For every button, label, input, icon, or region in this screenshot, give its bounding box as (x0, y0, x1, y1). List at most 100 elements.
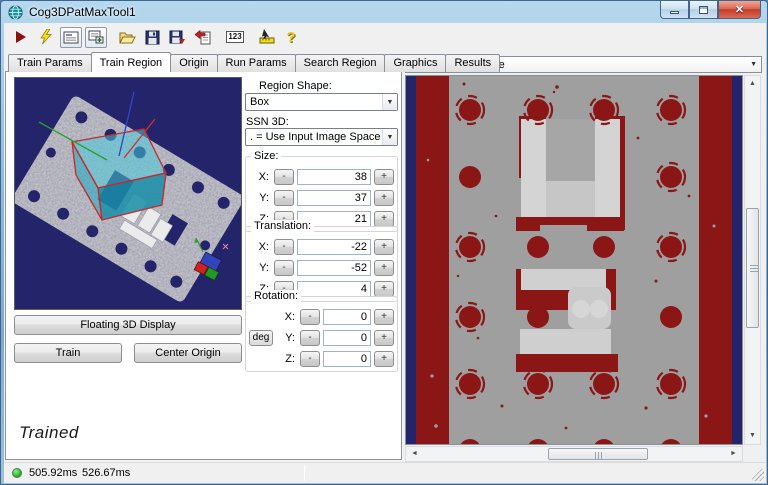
rotation-group: Rotation: X: - 0 + deg Y: - 0 + Z: - 0 + (245, 290, 398, 372)
translation-y-decrement-button[interactable]: - (274, 259, 294, 276)
chevron-down-icon: ▼ (382, 129, 397, 145)
size-x-label: X: (258, 170, 269, 183)
center-origin-button[interactable]: Center Origin (134, 343, 242, 363)
scroll-down-icon[interactable]: ▼ (745, 429, 760, 443)
image-display-pane: Current.InputImage ▼ (403, 54, 766, 462)
total-time-value: 526.67ms (82, 467, 131, 479)
rotation-group-label: Rotation: (251, 290, 302, 302)
rotation-z-row: Z: - 0 + (249, 348, 394, 369)
vertical-scrollbar[interactable]: ▲ ▼ (744, 75, 761, 445)
ssn3d-select[interactable]: . = Use Input Image Space ▼ (245, 128, 398, 146)
tab-train-region[interactable]: Train Region (90, 52, 172, 72)
rotation-z-input[interactable]: 0 (323, 350, 371, 367)
tab-results[interactable]: Results (445, 54, 501, 72)
ruler-pointer-icon[interactable] (255, 27, 277, 48)
numeric-123-icon[interactable]: 123 (224, 27, 246, 48)
translation-y-increment-button[interactable]: + (374, 259, 394, 276)
trained-status-text: Trained (19, 423, 79, 442)
horizontal-scrollbar[interactable]: ◄ ► (405, 446, 743, 462)
translation-group-label: Translation: (251, 220, 315, 232)
size-x-decrement-button[interactable]: - (274, 168, 294, 185)
translation-x-row: X: - -22 + (249, 236, 394, 257)
thumb-grip (598, 452, 599, 460)
size-y-decrement-button[interactable]: - (274, 189, 294, 206)
size-x-increment-button[interactable]: + (374, 168, 394, 185)
close-button[interactable]: ✕ (718, 1, 761, 19)
translation-z-increment-button[interactable]: + (374, 280, 394, 297)
upper-part (516, 116, 625, 231)
rotation-y-input[interactable]: 0 (323, 329, 371, 346)
scroll-up-icon[interactable]: ▲ (745, 77, 760, 91)
scroll-right-icon[interactable]: ► (726, 447, 741, 461)
app-icon (8, 4, 23, 20)
size-group-label: Size: (251, 150, 282, 162)
scroll-left-icon[interactable]: ◄ (407, 447, 422, 461)
tab-run-params[interactable]: Run Params (216, 54, 296, 72)
train-region-page: Floating 3D Display Train Center Origin … (5, 71, 402, 460)
rotation-z-label: Z: (285, 352, 295, 365)
tab-train-params[interactable]: Train Params (8, 54, 92, 72)
rotation-y-row: deg Y: - 0 + (249, 327, 394, 348)
add-display-panel-icon[interactable] (85, 26, 107, 48)
translation-y-input[interactable]: -52 (297, 259, 371, 276)
size-y-increment-button[interactable]: + (374, 189, 394, 206)
minimize-button[interactable] (660, 1, 689, 19)
toolbar: 123 ? (4, 23, 766, 51)
resize-grip[interactable] (752, 469, 764, 481)
ssn3d-label: SSN 3D: (246, 116, 289, 128)
horizontal-scroll-thumb[interactable] (548, 448, 648, 460)
tab-origin[interactable]: Origin (170, 54, 218, 72)
save-arrow-icon[interactable] (166, 27, 188, 48)
close-icon: ✕ (734, 4, 745, 16)
region-shape-value: Box (250, 96, 269, 108)
rotation-x-increment-button[interactable]: + (374, 308, 394, 325)
translation-x-decrement-button[interactable]: - (274, 238, 294, 255)
rotation-y-increment-button[interactable]: + (374, 329, 394, 346)
train-button[interactable]: Train (14, 343, 122, 363)
rotation-x-input[interactable]: 0 (323, 308, 371, 325)
maximize-button[interactable] (689, 1, 718, 19)
translation-y-label: Y: (259, 261, 269, 274)
thumb-grip (750, 268, 758, 269)
translation-z-input[interactable]: 4 (297, 280, 371, 297)
tab-search-region[interactable]: Search Region (294, 54, 386, 72)
help-icon[interactable]: ? (280, 27, 302, 48)
translation-x-input[interactable]: -22 (297, 238, 371, 255)
3d-viewport[interactable] (12, 77, 244, 310)
lightning-icon[interactable] (35, 27, 57, 48)
run-icon[interactable] (10, 27, 32, 48)
ssn3d-value: . = Use Input Image Space (250, 131, 381, 143)
maximize-icon (699, 5, 708, 14)
region-shape-label: Region Shape: (259, 80, 332, 92)
app-window: Cog3DPatMaxTool1 ✕ 123 ? Train Params Tr… (0, 0, 768, 485)
document-arrow-icon[interactable] (191, 27, 213, 48)
size-x-row: X: - 38 + (249, 166, 394, 187)
size-y-row: Y: - 37 + (249, 187, 394, 208)
status-led-icon (12, 468, 22, 478)
rotation-x-decrement-button[interactable]: - (300, 308, 320, 325)
tab-graphics[interactable]: Graphics (384, 54, 447, 72)
size-x-input[interactable]: 38 (297, 168, 371, 185)
translation-x-increment-button[interactable]: + (374, 238, 394, 255)
status-bar: 505.92ms 526.67ms (4, 462, 766, 483)
size-z-increment-button[interactable]: + (374, 210, 394, 227)
translation-x-label: X: (258, 240, 269, 253)
vertical-scroll-thumb[interactable] (746, 208, 759, 328)
open-folder-icon[interactable] (116, 27, 138, 48)
rotation-y-decrement-button[interactable]: - (300, 329, 320, 346)
tab-strip: Train Params Train Region Origin Run Par… (8, 52, 501, 72)
save-icon[interactable] (141, 27, 163, 48)
title-bar[interactable]: Cog3DPatMaxTool1 ✕ (1, 1, 767, 23)
minimize-icon (670, 11, 679, 14)
region-shape-select[interactable]: Box ▼ (245, 93, 398, 111)
input-image-display[interactable] (405, 75, 743, 445)
size-y-input[interactable]: 37 (297, 189, 371, 206)
display-panel-icon[interactable] (60, 26, 82, 48)
deg-units-button[interactable]: deg (249, 329, 273, 346)
run-time-value: 505.92ms (29, 467, 78, 479)
rotation-x-label: X: (284, 310, 295, 323)
rotation-z-increment-button[interactable]: + (374, 350, 394, 367)
floating-3d-display-button[interactable]: Floating 3D Display (14, 315, 242, 335)
rotation-z-decrement-button[interactable]: - (300, 350, 320, 367)
translation-y-row: Y: - -52 + (249, 257, 394, 278)
